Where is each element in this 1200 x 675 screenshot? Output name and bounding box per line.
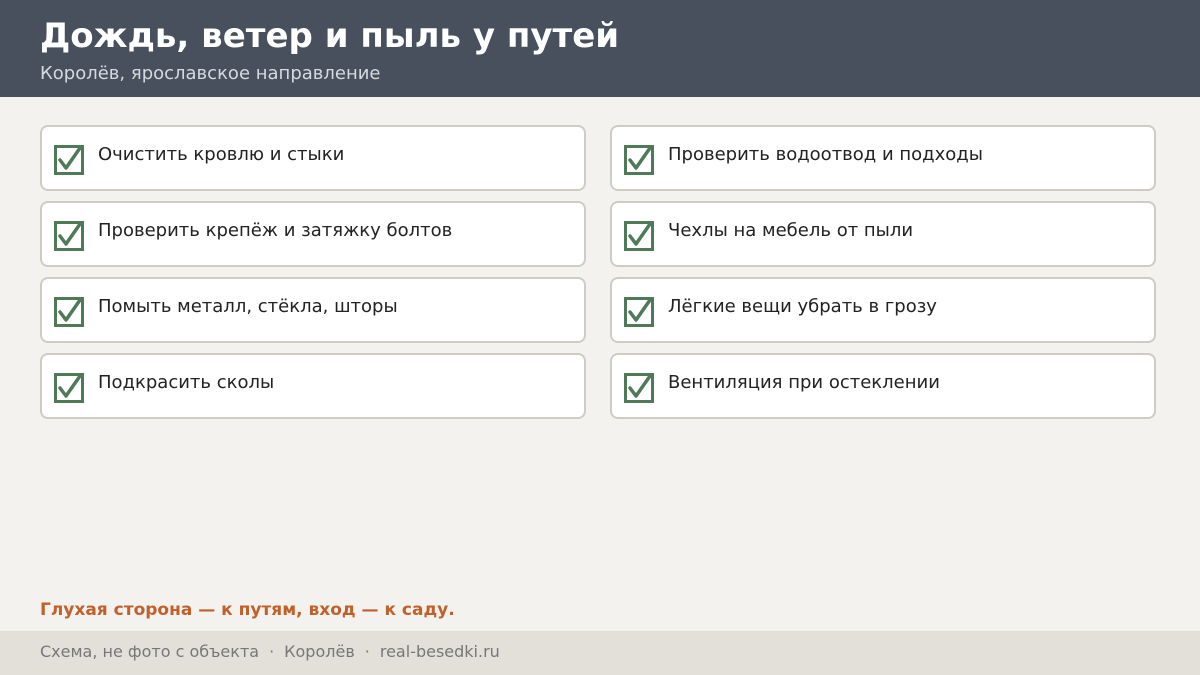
- checklist-item-label: Вентиляция при остеклении: [668, 372, 940, 393]
- header-bar: Дождь, ветер и пыль у путей Королёв, яро…: [0, 0, 1200, 97]
- checklist-item-label: Чехлы на мебель от пыли: [668, 220, 914, 241]
- checkbox-checked-icon[interactable]: [624, 221, 654, 251]
- checklist-item-label: Помыть металл, стёкла, шторы: [98, 296, 398, 317]
- checklist-item[interactable]: Подкрасить сколы: [40, 353, 586, 419]
- checklist-item[interactable]: Проверить водоотвод и подходы: [610, 125, 1156, 191]
- checkbox-checked-icon[interactable]: [54, 221, 84, 251]
- checkbox-checked-icon[interactable]: [54, 373, 84, 403]
- checklist-item-label: Проверить крепёж и затяжку болтов: [98, 220, 453, 241]
- checklist-item-label: Подкрасить сколы: [98, 372, 275, 393]
- footer-site-link[interactable]: real-besedki.ru: [380, 642, 500, 661]
- checkbox-checked-icon[interactable]: [54, 145, 84, 175]
- checklist-item-label: Проверить водоотвод и подходы: [668, 144, 983, 165]
- footer-city: Королёв: [284, 642, 355, 661]
- footer-separator: ·: [364, 642, 370, 661]
- checklist-item[interactable]: Помыть металл, стёкла, шторы: [40, 277, 586, 343]
- page-title: Дождь, ветер и пыль у путей: [40, 16, 620, 56]
- orientation-note: Глухая сторона — к путям, вход — к саду.: [40, 600, 455, 620]
- footer-bar: Схема, не фото с объекта · Королёв · real-be…: [0, 631, 1200, 675]
- checklist-item-label: Очистить кровлю и стыки: [98, 144, 345, 165]
- checklist-item[interactable]: Лёгкие вещи убрать в грозу: [610, 277, 1156, 343]
- checklist-grid: Очистить кровлю и стыки Проверить водоот…: [40, 125, 1156, 419]
- checklist-item[interactable]: Чехлы на мебель от пыли: [610, 201, 1156, 267]
- checkbox-checked-icon[interactable]: [54, 297, 84, 327]
- checklist-item[interactable]: Проверить крепёж и затяжку болтов: [40, 201, 586, 267]
- footer-separator: ·: [269, 642, 275, 661]
- checklist-item[interactable]: Вентиляция при остеклении: [610, 353, 1156, 419]
- checkbox-checked-icon[interactable]: [624, 373, 654, 403]
- checkbox-checked-icon[interactable]: [624, 297, 654, 327]
- checkbox-checked-icon[interactable]: [624, 145, 654, 175]
- checklist-item-label: Лёгкие вещи убрать в грозу: [668, 296, 937, 317]
- checklist-item[interactable]: Очистить кровлю и стыки: [40, 125, 586, 191]
- footer-text: Схема, не фото с объекта · Королёв · real-be…: [40, 641, 500, 663]
- footer-caption: Схема, не фото с объекта: [40, 642, 260, 661]
- page-subtitle: Королёв, ярославское направление: [40, 63, 381, 84]
